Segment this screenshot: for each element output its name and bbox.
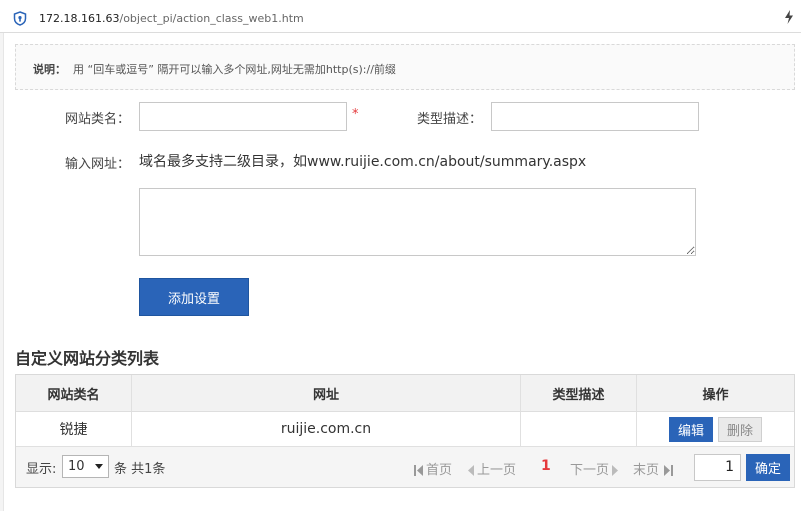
table-header: 网站类名 网址 类型描述 操作 xyxy=(16,375,794,412)
url-host: 172.18.161.63 xyxy=(39,12,120,25)
last-page-label: 末页 xyxy=(633,463,660,478)
cell-actions: 编辑 删除 xyxy=(637,412,794,446)
cell-name: 锐捷 xyxy=(16,412,132,446)
left-frame-edge xyxy=(0,33,4,511)
notice-label: 说明： xyxy=(33,63,66,76)
add-setting-button[interactable]: 添加设置 xyxy=(139,278,249,316)
url-textarea[interactable] xyxy=(139,188,696,256)
prev-page-icon xyxy=(468,465,474,476)
edit-button[interactable]: 编辑 xyxy=(669,416,713,442)
url-text[interactable]: 172.18.161.63/object_pi/action_class_web… xyxy=(39,12,304,25)
table-row: 锐捷 ruijie.com.cn 编辑 删除 xyxy=(16,412,794,447)
address-bar: 172.18.161.63/object_pi/action_class_web… xyxy=(0,0,801,33)
prev-page-label: 上一页 xyxy=(477,463,517,478)
page-size-select[interactable]: 10 xyxy=(62,455,109,478)
category-table: 网站类名 网址 类型描述 操作 锐捷 ruijie.com.cn 编辑 删除 显… xyxy=(15,374,795,488)
last-page-icon xyxy=(664,465,674,476)
site-name-label: 网站类名： xyxy=(65,112,131,127)
security-shield-icon[interactable] xyxy=(13,11,27,26)
url-path: /object_pi/action_class_web1.htm xyxy=(119,12,304,25)
first-page-label: 首页 xyxy=(426,463,453,478)
col-header-url: 网址 xyxy=(132,375,521,411)
page-size-label: 显示: xyxy=(26,462,57,477)
confirm-button[interactable]: 确定 xyxy=(746,454,790,481)
total-count: 条 共1条 xyxy=(114,462,166,477)
site-name-input[interactable] xyxy=(139,102,347,131)
prev-page-link[interactable]: 上一页 xyxy=(468,459,516,478)
notice-box: 说明： 用 “回车或逗号” 隔开可以输入多个网址,网址无需加http(s)://… xyxy=(15,44,795,90)
page-size-value: 10 xyxy=(68,459,85,474)
pagination-bar: 显示: 10 条 共1条 首页 上一页 1 下一页 末页 1 确定 xyxy=(16,447,794,487)
next-page-label: 下一页 xyxy=(570,463,610,478)
cell-url: ruijie.com.cn xyxy=(132,412,521,446)
col-header-name: 网站类名 xyxy=(16,375,132,411)
col-header-desc: 类型描述 xyxy=(521,375,637,411)
list-title: 自定义网站分类列表 xyxy=(15,349,160,368)
type-desc-input[interactable] xyxy=(491,102,699,131)
lightning-icon[interactable] xyxy=(784,10,794,24)
current-page: 1 xyxy=(541,458,551,474)
first-page-link[interactable]: 首页 xyxy=(414,459,452,478)
goto-page-input[interactable]: 1 xyxy=(694,454,741,481)
notice-text: 用 “回车或逗号” 隔开可以输入多个网址,网址无需加http(s)://前缀 xyxy=(73,63,396,76)
col-header-actions: 操作 xyxy=(702,387,729,403)
next-page-icon xyxy=(612,465,619,476)
url-hint: 域名最多支持二级目录，如www.ruijie.com.cn/about/summ… xyxy=(139,154,587,170)
cell-desc xyxy=(521,412,637,446)
delete-button[interactable]: 删除 xyxy=(718,416,762,442)
last-page-link[interactable]: 末页 xyxy=(633,459,675,478)
first-page-icon xyxy=(414,465,423,476)
next-page-link[interactable]: 下一页 xyxy=(570,459,620,478)
type-desc-label: 类型描述： xyxy=(417,112,483,127)
required-mark: * xyxy=(352,107,359,122)
dropdown-arrow-icon xyxy=(95,464,103,469)
url-label: 输入网址： xyxy=(65,157,131,172)
